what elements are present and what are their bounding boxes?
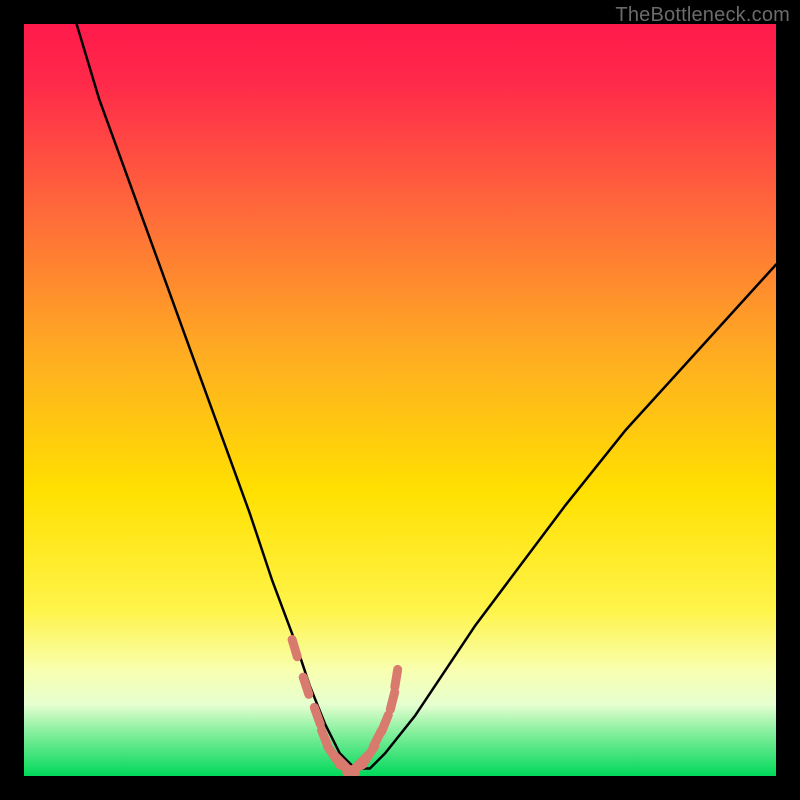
marker-dash [390,692,394,709]
marker-dash [314,707,320,724]
chart-frame [24,24,776,776]
marker-dash [292,640,297,657]
watermark: TheBottleneck.com [615,4,790,27]
marker-dash [395,669,398,687]
marker-dash [382,715,389,732]
marker-dash [303,677,309,694]
gradient-bg [24,24,776,776]
bottleneck-chart [24,24,776,776]
